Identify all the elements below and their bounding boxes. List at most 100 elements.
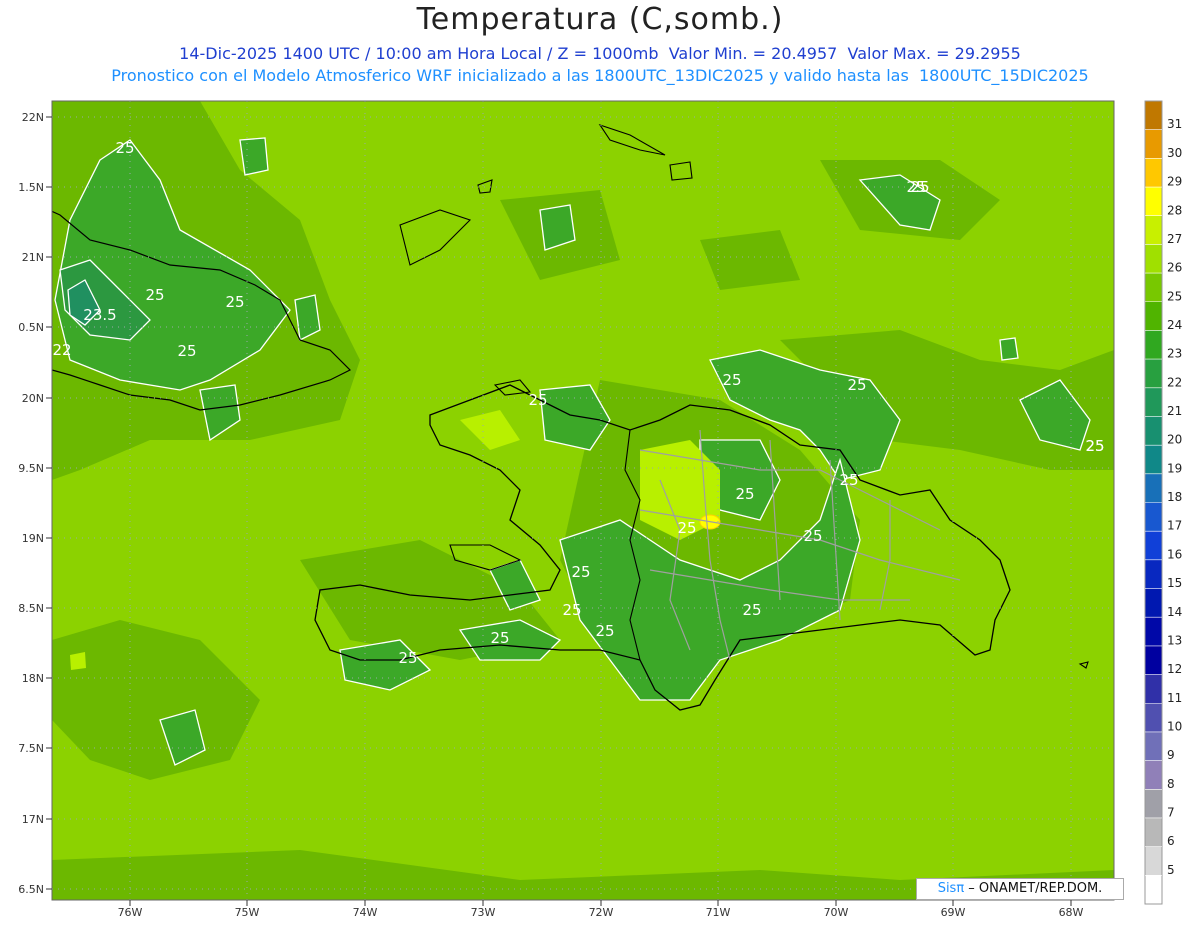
colorbar-label: 14 xyxy=(1167,605,1182,619)
contour-label: 25 xyxy=(225,293,244,311)
colorbar-label: 30 xyxy=(1167,146,1182,160)
contour-label: 25 xyxy=(177,342,196,360)
colorbar-label: 21 xyxy=(1167,404,1182,418)
lon-tick-label: 68W xyxy=(1059,906,1084,919)
lat-tick-label: 21N xyxy=(22,251,44,264)
colorbar-swatch xyxy=(1145,588,1162,618)
lon-tick-label: 76W xyxy=(118,906,143,919)
contour-label: 22 xyxy=(52,341,71,359)
colorbar-swatch xyxy=(1145,387,1162,417)
longitude-axis: 76W 75W 74W 73W 72W 71W 70W 69W 68W xyxy=(118,900,1084,919)
contour-label: 25 xyxy=(115,139,134,157)
contour-label: 25 xyxy=(722,371,741,389)
lat-tick-label: 18N xyxy=(22,672,44,685)
colorbar-swatch xyxy=(1145,875,1162,905)
brand-logo-text: Sisπ xyxy=(937,881,965,896)
lon-tick-label: 74W xyxy=(353,906,378,919)
colorbar-label: 9 xyxy=(1167,748,1175,762)
colorbar-label: 26 xyxy=(1167,261,1182,275)
latitude-axis: 22N 1.5N 21N 0.5N 20N 9.5N 19N 8.5N 18N 7.5N 17N 6.… xyxy=(18,111,52,896)
contour-label: 25 xyxy=(803,527,822,545)
lon-tick-label: 72W xyxy=(589,906,614,919)
colorbar-swatch xyxy=(1145,129,1162,159)
colorbar-label: 19 xyxy=(1167,461,1182,475)
colorbar-swatch xyxy=(1145,215,1162,245)
colorbar-label: 6 xyxy=(1167,834,1175,848)
contour-label: 25 xyxy=(398,649,417,667)
contour-label: 23.5 xyxy=(83,306,116,324)
colorbar-swatch xyxy=(1145,301,1162,331)
colorbar-label: 25 xyxy=(1167,289,1182,303)
colorbar-swatch xyxy=(1145,158,1162,188)
lat-tick-label: 20N xyxy=(22,392,44,405)
contour-label: 25 xyxy=(490,629,509,647)
colorbar-swatch xyxy=(1145,817,1162,848)
lat-tick-label: 8.5N xyxy=(18,602,44,615)
colorbar-swatch xyxy=(1145,244,1162,274)
lat-tick-label: 17N xyxy=(22,813,44,826)
colorbar-swatch xyxy=(1145,645,1162,676)
contour-label: 25 xyxy=(847,376,866,394)
colorbar-swatch xyxy=(1145,187,1162,217)
colorbar-label: 17 xyxy=(1167,519,1182,533)
colorbar-swatch xyxy=(1145,789,1162,819)
lon-tick-label: 69W xyxy=(941,906,966,919)
colorbar-label: 7 xyxy=(1167,806,1175,820)
contour-label: 25 xyxy=(742,601,761,619)
colorbar-swatch xyxy=(1145,416,1162,446)
contour-label: 25 xyxy=(562,601,581,619)
colorbar-label: 29 xyxy=(1167,175,1182,189)
contour-label: 25 xyxy=(735,485,754,503)
lat-tick-label: 9.5N xyxy=(18,462,44,475)
contour-label: 25 xyxy=(571,563,590,581)
colorbar-label: 20 xyxy=(1167,433,1182,447)
colorbar-label: 12 xyxy=(1167,662,1182,676)
colorbar-label: 22 xyxy=(1167,375,1182,389)
colorbar-swatch xyxy=(1145,703,1162,733)
colorbar-swatch xyxy=(1145,502,1162,532)
colorbar-swatch xyxy=(1145,101,1162,131)
temperature-map: 22N 1.5N 21N 0.5N 20N 9.5N 19N 8.5N 18N 7.5N 17N 6.… xyxy=(18,100,1182,919)
colorbar-swatch xyxy=(1145,473,1162,503)
contour-label: 25 xyxy=(528,391,547,409)
colorbar-label: 16 xyxy=(1167,547,1182,561)
lon-tick-label: 71W xyxy=(706,906,731,919)
credit-box: Sisπ – ONAMET/REP.DOM. xyxy=(916,878,1124,900)
colorbar-swatch xyxy=(1145,330,1162,360)
contour-label: 25 xyxy=(145,286,164,304)
lon-tick-label: 73W xyxy=(471,906,496,919)
colorbar-swatch xyxy=(1145,359,1162,389)
colorbar: 31 30 29 28 27 26 25 24 23 22 21 20 19 18 17 16 15 14 13 12… xyxy=(1144,100,1182,905)
credit-text: – ONAMET/REP.DOM. xyxy=(964,881,1103,896)
colorbar-swatch xyxy=(1145,531,1162,561)
colorbar-label: 28 xyxy=(1167,203,1182,217)
lat-tick-label: 7.5N xyxy=(18,742,44,755)
lon-tick-label: 70W xyxy=(824,906,849,919)
lat-tick-label: 0.5N xyxy=(18,321,44,334)
colorbar-swatch xyxy=(1145,846,1162,876)
contour-label: 25 xyxy=(1085,437,1104,455)
colorbar-label: 27 xyxy=(1167,232,1182,246)
colorbar-swatch xyxy=(1145,445,1162,475)
colorbar-label: 24 xyxy=(1167,318,1182,332)
lat-tick-label: 1.5N xyxy=(18,181,44,194)
lat-tick-label: 6.5N xyxy=(18,883,44,896)
lat-tick-label: 22N xyxy=(22,111,44,124)
colorbar-label: 23 xyxy=(1167,347,1182,361)
colorbar-swatch xyxy=(1145,559,1162,590)
contour-label: 25 xyxy=(595,622,614,640)
colorbar-label: 15 xyxy=(1167,576,1182,590)
colorbar-label: 31 xyxy=(1167,117,1182,131)
colorbar-label: 5 xyxy=(1167,863,1175,877)
contour-label: 25 xyxy=(839,471,858,489)
colorbar-label: 10 xyxy=(1167,719,1182,733)
colorbar-swatch xyxy=(1145,674,1162,704)
colorbar-swatch xyxy=(1145,760,1162,790)
colorbar-swatch xyxy=(1145,617,1162,647)
contour-label: 25 xyxy=(677,519,696,537)
lon-tick-label: 75W xyxy=(235,906,260,919)
colorbar-label: 13 xyxy=(1167,633,1182,647)
colorbar-label: 18 xyxy=(1167,490,1182,504)
lat-tick-label: 19N xyxy=(22,532,44,545)
colorbar-label: 8 xyxy=(1167,777,1175,791)
